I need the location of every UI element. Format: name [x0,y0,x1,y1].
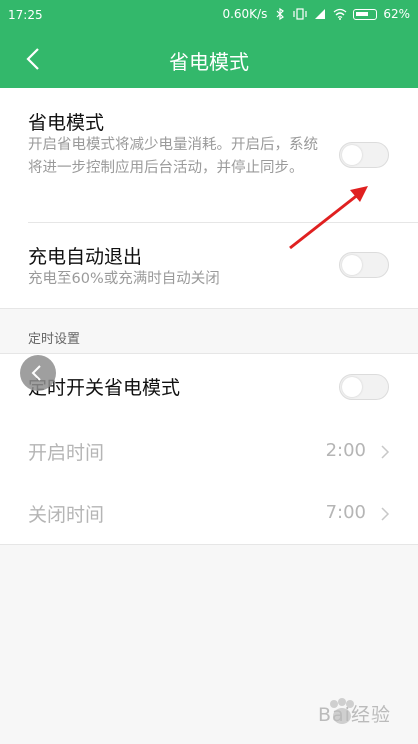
schedule-toggle[interactable] [339,374,389,400]
app-bar: 省电模式 [0,30,418,88]
battery-percent: 62% [383,7,410,21]
net-speed: 0.60K/s [222,7,268,21]
auto-exit-toggle[interactable] [339,252,389,278]
annotation-arrow-icon [289,186,368,250]
status-time: 17:25 [8,8,43,22]
start-time-value: 2:00 [325,440,366,461]
battery-icon [353,8,378,20]
status-bar: 17:25 0.60K/s 62% [0,0,418,30]
power-saving-description: 开启省电模式将减少电量消耗。开启后，系统将进一步控制应用后台活动，并停止同步。 [28,137,318,176]
start-time-row[interactable]: 开启时间 2:00 [0,418,418,478]
schedule-section-label: 定时设置 [28,332,81,347]
vibrate-icon [293,8,307,20]
chevron-right-icon [381,445,390,459]
schedule-section: 定时开关省电模式 开启时间 2:00 关闭时间 7:00 [0,353,418,545]
start-time-label: 开启时间 [28,442,105,464]
power-saving-title: 省电模式 [28,112,105,134]
signal-icon [315,9,326,19]
bluetooth-icon [276,7,285,21]
power-saving-toggle[interactable] [339,142,389,168]
end-time-label: 关闭时间 [28,504,105,526]
auto-exit-title: 充电自动退出 [28,246,143,268]
chevron-right-icon [381,507,390,521]
floating-back-handle[interactable] [20,355,56,391]
end-time-row[interactable]: 关闭时间 7:00 [0,480,418,540]
watermark-text: Bai经验 [318,704,391,726]
status-icons: 0.60K/s 62% [222,7,410,21]
page-title: 省电模式 [169,50,249,74]
auto-exit-description: 充电至60%或充满时自动关闭 [28,271,220,287]
wifi-icon [333,8,347,20]
end-time-value: 7:00 [325,502,366,523]
chevron-left-icon [31,365,41,381]
